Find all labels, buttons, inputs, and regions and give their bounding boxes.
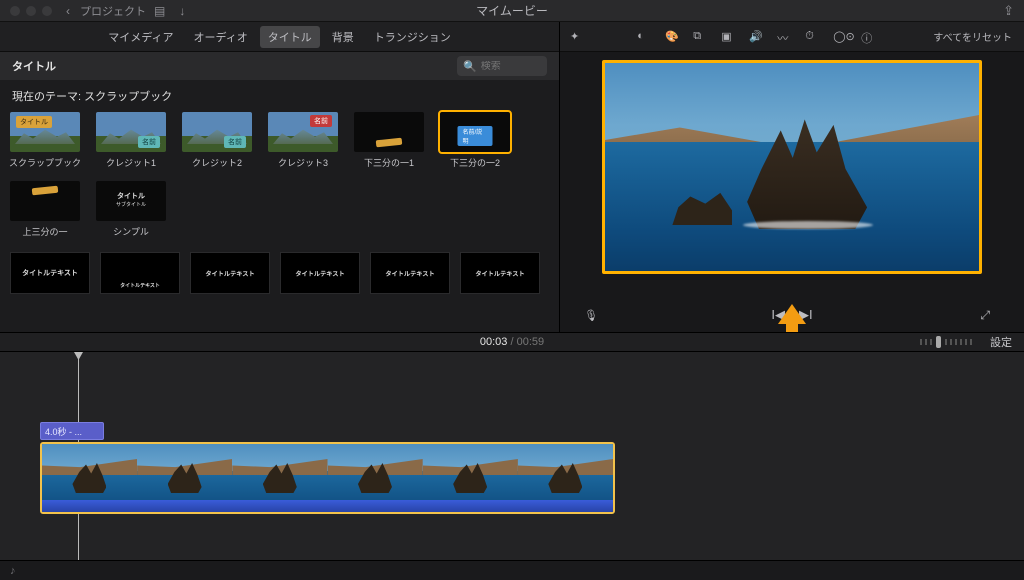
clip-audio-waveform bbox=[42, 500, 613, 512]
tab-transition[interactable]: トランジション bbox=[366, 26, 459, 48]
preview-controls: 🎙 I◀ ▶I ⤢ bbox=[560, 298, 1024, 332]
stabilize-icon[interactable]: ▣ bbox=[721, 30, 735, 44]
titles-header: タイトル 🔍 bbox=[0, 52, 559, 80]
voiceover-icon[interactable]: 🎙 bbox=[584, 309, 598, 322]
timeline-zoom-slider[interactable] bbox=[920, 336, 972, 348]
window-titlebar: ‹ プロジェクト ▤ ↓ マイムービー ⇪ bbox=[0, 0, 1024, 22]
search-input[interactable] bbox=[481, 61, 541, 72]
title-thumb[interactable]: 名前クレジット3 bbox=[268, 112, 338, 169]
timeline[interactable]: 4.0秒 - ... ♪ bbox=[0, 352, 1024, 580]
title-thumb-caption: スクラップブック bbox=[9, 156, 81, 169]
search-icon: 🔍 bbox=[463, 60, 477, 73]
project-back-label: プロジェクト bbox=[80, 3, 146, 19]
speed-icon[interactable]: ⏱ bbox=[805, 30, 819, 44]
title-text-thumb[interactable]: タイトルテキスト bbox=[460, 252, 540, 294]
titles-header-label: タイトル bbox=[12, 58, 56, 74]
title-thumb-caption: 上三分の一 bbox=[22, 225, 67, 238]
tab-titles[interactable]: タイトル bbox=[260, 26, 320, 48]
color-correction-icon[interactable]: 🎨 bbox=[665, 30, 679, 44]
title-thumb[interactable]: 名前クレジット1 bbox=[96, 112, 166, 169]
title-thumb[interactable]: タイトルスクラップブック bbox=[10, 112, 80, 169]
title-thumbnails-grid: タイトルスクラップブック名前クレジット1 名前クレジット2 名前クレジット3 下三分… bbox=[0, 108, 559, 246]
app-title: マイムービー bbox=[476, 2, 548, 19]
search-field[interactable]: 🔍 bbox=[457, 56, 547, 76]
title-thumb[interactable]: 名前/説明下三分の一2 bbox=[440, 112, 510, 169]
title-thumb-caption: クレジット1 bbox=[106, 156, 156, 169]
color-balance-icon[interactable]: ◐ bbox=[637, 30, 651, 44]
title-text-thumb[interactable]: タイトルテキスト bbox=[100, 252, 180, 294]
title-thumb[interactable]: 名前クレジット2 bbox=[182, 112, 252, 169]
browser-tabs: マイメディア オーディオ タイトル 背景 トランジション bbox=[0, 22, 559, 52]
import-icon[interactable]: ↓ bbox=[179, 4, 185, 18]
share-icon[interactable]: ⇪ bbox=[1003, 3, 1014, 19]
chevron-left-icon: ‹ bbox=[66, 4, 70, 18]
title-text-thumb[interactable]: タイトルテキスト bbox=[280, 252, 360, 294]
filter-icon[interactable]: ◯⊙ bbox=[833, 30, 847, 44]
fullscreen-icon[interactable]: ⤢ bbox=[980, 308, 990, 323]
total-time: 00:59 bbox=[517, 336, 545, 348]
title-thumb[interactable]: タイトルサブタイトルシンプル bbox=[96, 181, 166, 238]
title-thumb[interactable]: 上三分の一 bbox=[10, 181, 80, 238]
magic-wand-icon[interactable]: ✦ bbox=[570, 30, 579, 43]
tab-my-media[interactable]: マイメディア bbox=[100, 26, 181, 48]
tab-audio[interactable]: オーディオ bbox=[186, 26, 256, 48]
noise-reduction-icon[interactable]: 〰 bbox=[777, 30, 791, 44]
title-thumb-caption: クレジット3 bbox=[278, 156, 328, 169]
current-theme-label: 現在のテーマ: スクラップブック bbox=[0, 80, 559, 108]
window-traffic-lights bbox=[0, 6, 52, 16]
minimize-dot[interactable] bbox=[26, 6, 36, 16]
title-text-thumb[interactable]: タイトルテキスト bbox=[190, 252, 270, 294]
title-thumb-caption: 下三分の一1 bbox=[364, 156, 414, 169]
title-text-strip: タイトルテキストタイトルテキストタイトルテキストタイトルテキストタイトルテキスト… bbox=[0, 246, 559, 300]
viewer-panel: ✦ ◐ 🎨 ⧉ ▣ 🔊 〰 ⏱ ◯⊙ ⓘ すべてをリセット 🎙 bbox=[560, 22, 1024, 332]
browser-panel: マイメディア オーディオ タイトル 背景 トランジション タイトル 🔍 現在のテ… bbox=[0, 22, 560, 332]
title-clip[interactable]: 4.0秒 - ... bbox=[40, 422, 104, 440]
library-icon[interactable]: ▤ bbox=[154, 4, 165, 18]
audio-lane[interactable]: ♪ bbox=[0, 560, 1024, 580]
video-preview[interactable] bbox=[602, 60, 982, 274]
title-thumb-caption: 下三分の一2 bbox=[450, 156, 500, 169]
title-thumb-caption: クレジット2 bbox=[192, 156, 242, 169]
viewer-toolbar: ✦ ◐ 🎨 ⧉ ▣ 🔊 〰 ⏱ ◯⊙ ⓘ すべてをリセット bbox=[560, 22, 1024, 52]
time-ruler-bar: 00:03 / 00:59 設定 bbox=[0, 332, 1024, 352]
reset-all-button[interactable]: すべてをリセット bbox=[933, 29, 1012, 44]
zoom-dot[interactable] bbox=[42, 6, 52, 16]
crop-icon[interactable]: ⧉ bbox=[693, 30, 707, 44]
volume-icon[interactable]: 🔊 bbox=[749, 30, 763, 44]
info-icon[interactable]: ⓘ bbox=[861, 30, 875, 44]
title-thumb-caption: シンプル bbox=[113, 225, 149, 238]
video-clip[interactable] bbox=[40, 442, 615, 514]
title-text-thumb[interactable]: タイトルテキスト bbox=[370, 252, 450, 294]
close-dot[interactable] bbox=[10, 6, 20, 16]
current-time: 00:03 bbox=[480, 336, 508, 348]
title-thumb[interactable]: 下三分の一1 bbox=[354, 112, 424, 169]
timeline-settings-button[interactable]: 設定 bbox=[990, 334, 1012, 350]
title-text-thumb[interactable]: タイトルテキスト bbox=[10, 252, 90, 294]
tab-background[interactable]: 背景 bbox=[324, 26, 362, 48]
project-back-nav[interactable]: ‹ プロジェクト bbox=[66, 3, 146, 19]
